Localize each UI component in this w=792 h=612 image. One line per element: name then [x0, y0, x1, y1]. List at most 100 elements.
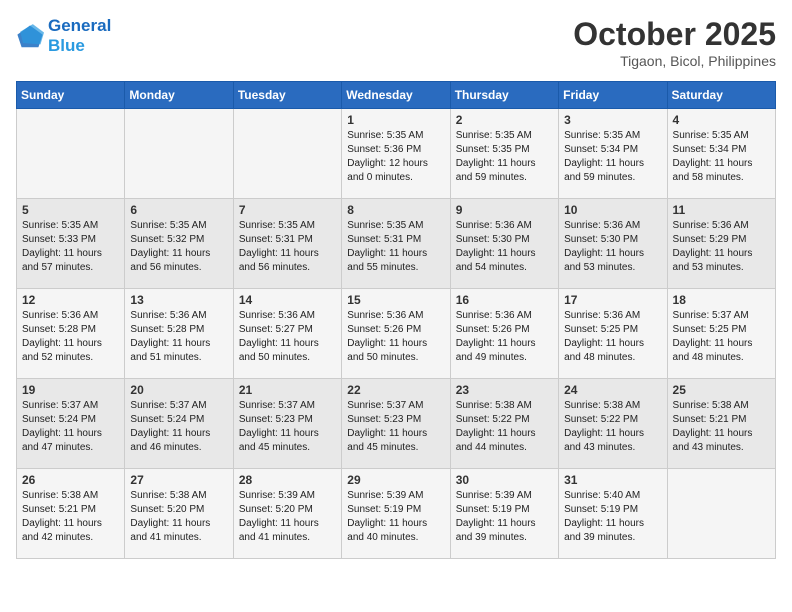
title-block: October 2025 Tigaon, Bicol, Philippines [573, 16, 776, 69]
calendar-header: SundayMondayTuesdayWednesdayThursdayFrid… [17, 82, 776, 109]
day-info: Sunrise: 5:37 AM Sunset: 5:24 PM Dayligh… [130, 399, 227, 455]
calendar-cell: 17 Sunrise: 5:36 AM Sunset: 5:25 PM Dayli… [559, 289, 667, 379]
day-number: 15 [347, 293, 444, 307]
day-number: 20 [130, 383, 227, 397]
day-number: 8 [347, 203, 444, 217]
day-info: Sunrise: 5:36 AM Sunset: 5:26 PM Dayligh… [347, 309, 444, 365]
calendar-cell [233, 109, 341, 199]
logo-icon [16, 22, 44, 50]
calendar-cell: 13 Sunrise: 5:36 AM Sunset: 5:28 PM Dayli… [125, 289, 233, 379]
day-info: Sunrise: 5:37 AM Sunset: 5:23 PM Dayligh… [239, 399, 336, 455]
week-row-5: 26 Sunrise: 5:38 AM Sunset: 5:21 PM Dayli… [17, 469, 776, 559]
calendar-cell: 12 Sunrise: 5:36 AM Sunset: 5:28 PM Dayli… [17, 289, 125, 379]
calendar-cell [667, 469, 775, 559]
day-number: 21 [239, 383, 336, 397]
day-number: 4 [673, 113, 770, 127]
day-number: 25 [673, 383, 770, 397]
day-number: 19 [22, 383, 119, 397]
day-number: 18 [673, 293, 770, 307]
calendar-cell: 16 Sunrise: 5:36 AM Sunset: 5:26 PM Dayli… [450, 289, 558, 379]
calendar-cell: 24Sunrise: 5:38 AM Sunset: 5:22 PM Dayli… [559, 379, 667, 469]
day-number: 13 [130, 293, 227, 307]
month-title: October 2025 [573, 16, 776, 53]
day-number: 7 [239, 203, 336, 217]
calendar-cell: 4Sunrise: 5:35 AM Sunset: 5:34 PM Daylig… [667, 109, 775, 199]
day-number: 28 [239, 473, 336, 487]
calendar-cell: 14Sunrise: 5:36 AM Sunset: 5:27 PM Dayli… [233, 289, 341, 379]
day-info: Sunrise: 5:39 AM Sunset: 5:19 PM Dayligh… [347, 489, 444, 545]
weekday-header-monday: Monday [125, 82, 233, 109]
logo: General Blue [16, 16, 111, 56]
day-number: 31 [564, 473, 661, 487]
day-info: Sunrise: 5:40 AM Sunset: 5:19 PM Dayligh… [564, 489, 661, 545]
calendar-cell: 23Sunrise: 5:38 AM Sunset: 5:22 PM Dayli… [450, 379, 558, 469]
calendar-cell: 19 Sunrise: 5:37 AM Sunset: 5:24 PM Dayli… [17, 379, 125, 469]
calendar-cell: 22Sunrise: 5:37 AM Sunset: 5:23 PM Dayli… [342, 379, 450, 469]
calendar-cell: 25 Sunrise: 5:38 AM Sunset: 5:21 PM Dayli… [667, 379, 775, 469]
day-info: Sunrise: 5:37 AM Sunset: 5:23 PM Dayligh… [347, 399, 444, 455]
day-number: 1 [347, 113, 444, 127]
weekday-header-wednesday: Wednesday [342, 82, 450, 109]
day-number: 11 [673, 203, 770, 217]
day-number: 10 [564, 203, 661, 217]
week-row-4: 19 Sunrise: 5:37 AM Sunset: 5:24 PM Dayli… [17, 379, 776, 469]
calendar-cell: 15 Sunrise: 5:36 AM Sunset: 5:26 PM Dayli… [342, 289, 450, 379]
weekday-header-sunday: Sunday [17, 82, 125, 109]
weekday-header-thursday: Thursday [450, 82, 558, 109]
day-info: Sunrise: 5:36 AM Sunset: 5:29 PM Dayligh… [673, 219, 770, 275]
calendar-cell: 10 Sunrise: 5:36 AM Sunset: 5:30 PM Dayli… [559, 199, 667, 289]
calendar-cell [125, 109, 233, 199]
day-number: 23 [456, 383, 553, 397]
day-info: Sunrise: 5:35 AM Sunset: 5:31 PM Dayligh… [347, 219, 444, 275]
day-info: Sunrise: 5:39 AM Sunset: 5:20 PM Dayligh… [239, 489, 336, 545]
weekday-header-row: SundayMondayTuesdayWednesdayThursdayFrid… [17, 82, 776, 109]
day-number: 9 [456, 203, 553, 217]
day-number: 12 [22, 293, 119, 307]
day-info: Sunrise: 5:36 AM Sunset: 5:26 PM Dayligh… [456, 309, 553, 365]
day-number: 17 [564, 293, 661, 307]
calendar-cell: 20 Sunrise: 5:37 AM Sunset: 5:24 PM Dayli… [125, 379, 233, 469]
calendar-cell: 11 Sunrise: 5:36 AM Sunset: 5:29 PM Dayli… [667, 199, 775, 289]
weekday-header-friday: Friday [559, 82, 667, 109]
day-info: Sunrise: 5:38 AM Sunset: 5:21 PM Dayligh… [673, 399, 770, 455]
calendar-cell: 7 Sunrise: 5:35 AM Sunset: 5:31 PM Daylig… [233, 199, 341, 289]
day-number: 2 [456, 113, 553, 127]
day-info: Sunrise: 5:37 AM Sunset: 5:24 PM Dayligh… [22, 399, 119, 455]
calendar-cell: 8 Sunrise: 5:35 AM Sunset: 5:31 PM Daylig… [342, 199, 450, 289]
day-number: 26 [22, 473, 119, 487]
day-info: Sunrise: 5:36 AM Sunset: 5:30 PM Dayligh… [564, 219, 661, 275]
day-info: Sunrise: 5:35 AM Sunset: 5:31 PM Dayligh… [239, 219, 336, 275]
day-info: Sunrise: 5:37 AM Sunset: 5:25 PM Dayligh… [673, 309, 770, 365]
day-number: 3 [564, 113, 661, 127]
calendar-cell: 2 Sunrise: 5:35 AM Sunset: 5:35 PM Daylig… [450, 109, 558, 199]
day-info: Sunrise: 5:38 AM Sunset: 5:20 PM Dayligh… [130, 489, 227, 545]
week-row-1: 1 Sunrise: 5:35 AM Sunset: 5:36 PM Daylig… [17, 109, 776, 199]
calendar-body: 1 Sunrise: 5:35 AM Sunset: 5:36 PM Daylig… [17, 109, 776, 559]
day-info: Sunrise: 5:35 AM Sunset: 5:35 PM Dayligh… [456, 129, 553, 185]
day-number: 27 [130, 473, 227, 487]
weekday-header-saturday: Saturday [667, 82, 775, 109]
day-info: Sunrise: 5:36 AM Sunset: 5:25 PM Dayligh… [564, 309, 661, 365]
week-row-2: 5 Sunrise: 5:35 AM Sunset: 5:33 PM Daylig… [17, 199, 776, 289]
day-info: Sunrise: 5:36 AM Sunset: 5:28 PM Dayligh… [130, 309, 227, 365]
day-info: Sunrise: 5:35 AM Sunset: 5:33 PM Dayligh… [22, 219, 119, 275]
day-info: Sunrise: 5:36 AM Sunset: 5:30 PM Dayligh… [456, 219, 553, 275]
day-info: Sunrise: 5:36 AM Sunset: 5:28 PM Dayligh… [22, 309, 119, 365]
day-info: Sunrise: 5:35 AM Sunset: 5:36 PM Dayligh… [347, 129, 444, 185]
day-number: 6 [130, 203, 227, 217]
day-info: Sunrise: 5:39 AM Sunset: 5:19 PM Dayligh… [456, 489, 553, 545]
day-number: 16 [456, 293, 553, 307]
calendar-cell: 28 Sunrise: 5:39 AM Sunset: 5:20 PM Dayli… [233, 469, 341, 559]
day-number: 5 [22, 203, 119, 217]
calendar-cell: 29Sunrise: 5:39 AM Sunset: 5:19 PM Dayli… [342, 469, 450, 559]
day-info: Sunrise: 5:38 AM Sunset: 5:21 PM Dayligh… [22, 489, 119, 545]
calendar-cell: 26 Sunrise: 5:38 AM Sunset: 5:21 PM Dayli… [17, 469, 125, 559]
day-info: Sunrise: 5:36 AM Sunset: 5:27 PM Dayligh… [239, 309, 336, 365]
calendar-cell: 1 Sunrise: 5:35 AM Sunset: 5:36 PM Daylig… [342, 109, 450, 199]
calendar-cell: 27 Sunrise: 5:38 AM Sunset: 5:20 PM Dayli… [125, 469, 233, 559]
logo-text: General Blue [48, 16, 111, 56]
calendar-cell: 30Sunrise: 5:39 AM Sunset: 5:19 PM Dayli… [450, 469, 558, 559]
calendar-cell [17, 109, 125, 199]
weekday-header-tuesday: Tuesday [233, 82, 341, 109]
calendar-table: SundayMondayTuesdayWednesdayThursdayFrid… [16, 81, 776, 559]
